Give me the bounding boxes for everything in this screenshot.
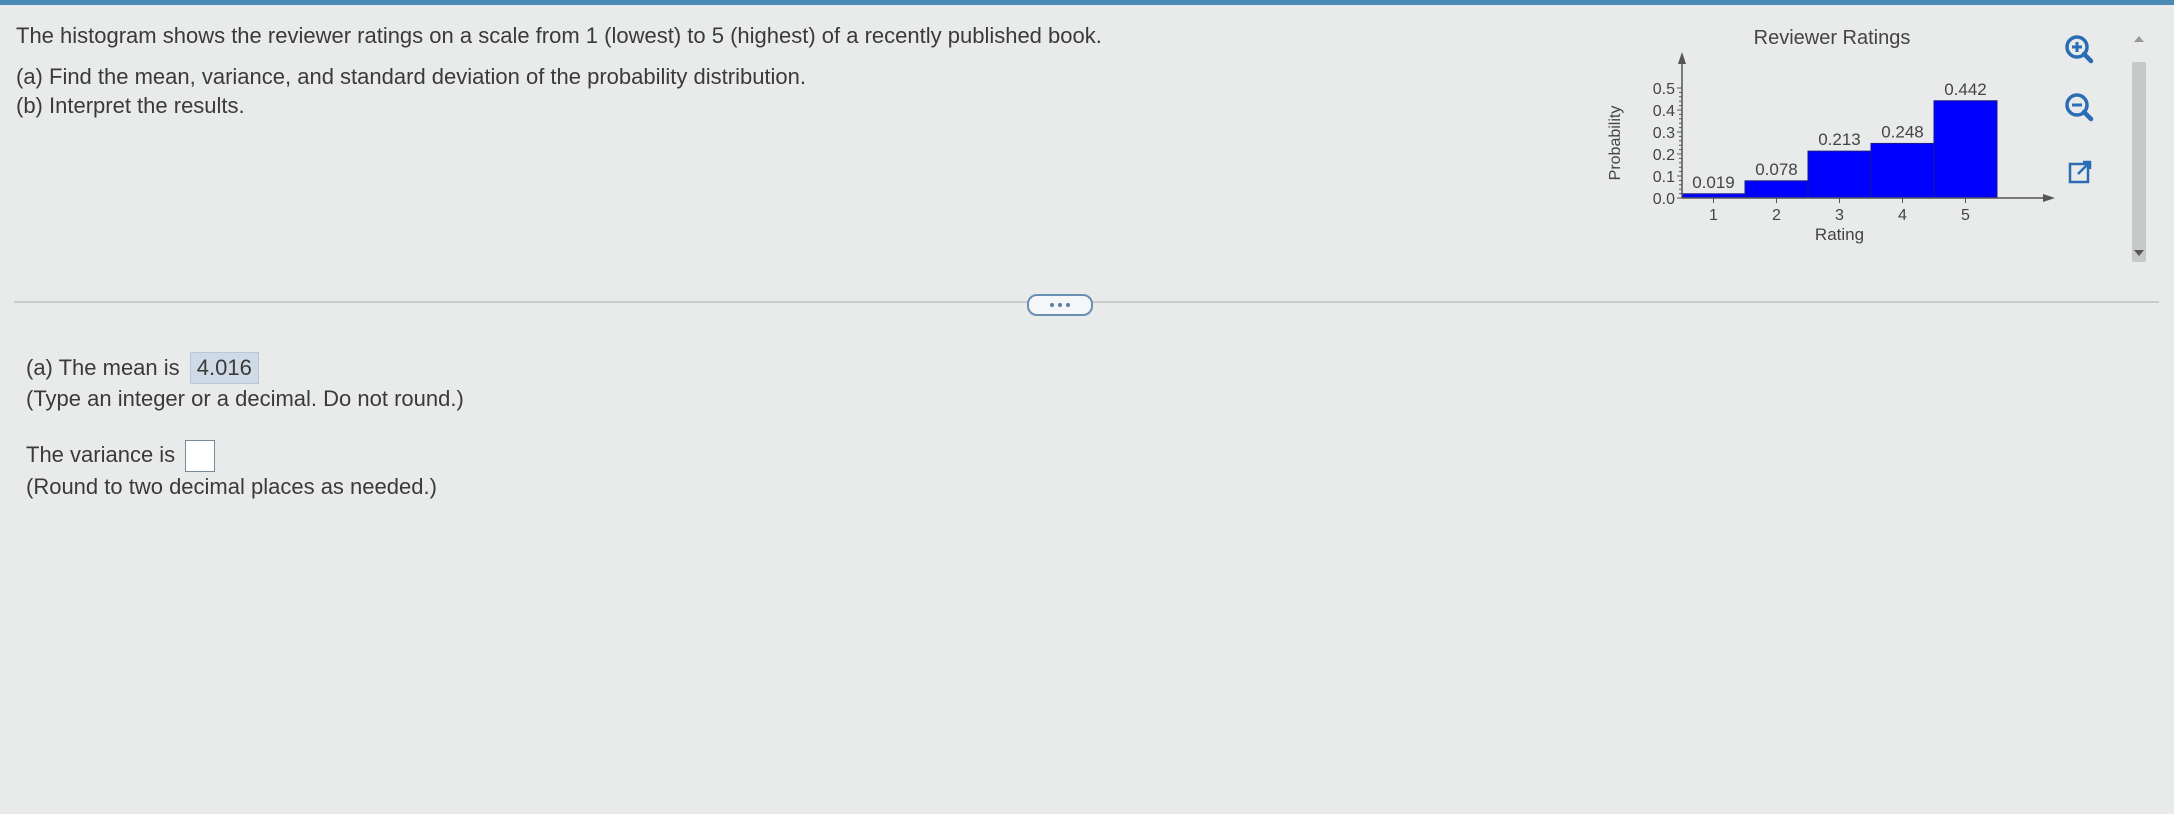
scroll-up-icon[interactable] <box>2134 36 2144 42</box>
ellipsis-icon <box>1050 303 1054 307</box>
y-tick-label: 0.0 <box>1653 191 1675 208</box>
bar-data-label: 0.078 <box>1755 160 1798 179</box>
ellipsis-dot <box>1058 303 1062 307</box>
figure-scrollbar[interactable] <box>2128 32 2150 272</box>
scrollbar-thumb[interactable] <box>2132 62 2146 262</box>
ellipsis-dot <box>1066 303 1070 307</box>
histogram-chart: Reviewer Ratings Probability 0.0 0.1 0.2 0.3 0… <box>1600 20 2070 260</box>
mean-prefix: (a) The mean is <box>26 355 180 380</box>
histogram-bar <box>1807 150 1872 199</box>
expand-more-button[interactable] <box>1027 294 1093 316</box>
mean-line: (a) The mean is 4.016 <box>26 352 464 384</box>
y-tick-label: 0.5 <box>1653 81 1675 98</box>
histogram-svg: Reviewer Ratings Probability 0.0 0.1 0.2 0.3 0… <box>1607 27 2055 244</box>
question-intro: The histogram shows the reviewer ratings… <box>16 23 1102 48</box>
x-tick-label: 2 <box>1772 207 1781 224</box>
bar-data-label: 0.213 <box>1818 130 1861 149</box>
question-part-b: (b) Interpret the results. <box>16 93 245 118</box>
x-tick-label: 4 <box>1898 207 1907 224</box>
y-tick-label: 0.4 <box>1653 103 1675 120</box>
x-tick-label: 3 <box>1835 207 1844 224</box>
variance-prefix: The variance is <box>26 442 176 467</box>
popout-icon <box>2068 160 2092 184</box>
zoom-in-button[interactable] <box>2060 30 2100 70</box>
x-axis-arrow <box>2043 194 2055 202</box>
mean-answer-field[interactable]: 4.016 <box>189 352 259 384</box>
question-part-a: (a) Find the mean, variance, and standar… <box>16 64 807 89</box>
histogram-bar <box>1933 100 1998 199</box>
y-tick-label: 0.3 <box>1653 125 1675 142</box>
x-tick-label: 5 <box>1961 207 1970 224</box>
histogram-bar <box>1870 142 1935 199</box>
y-tick-label: 0.2 <box>1653 147 1675 164</box>
mean-hint: (Type an integer or a decimal. Do not ro… <box>26 386 464 411</box>
popout-button[interactable] <box>2060 152 2100 192</box>
y-axis-label: Probability <box>1607 106 1624 181</box>
top-accent-bar <box>0 0 2174 5</box>
bar-data-label: 0.019 <box>1692 173 1735 192</box>
answer-area: (a) The mean is 4.016 (Type an integer o… <box>26 352 464 502</box>
scroll-down-icon[interactable] <box>2134 250 2144 256</box>
x-axis-label: Rating <box>1815 225 1864 244</box>
zoom-out-icon <box>2065 93 2094 122</box>
bar-data-label: 0.442 <box>1944 80 1987 99</box>
variance-line: The variance is <box>26 440 464 473</box>
y-tick-label: 0.1 <box>1653 169 1675 186</box>
y-axis-arrow <box>1678 52 1686 64</box>
x-tick-label: 1 <box>1709 207 1718 224</box>
zoom-in-icon <box>2065 35 2094 64</box>
bar-data-label: 0.248 <box>1881 122 1924 141</box>
zoom-out-button[interactable] <box>2060 88 2100 128</box>
histogram-bar <box>1744 180 1809 199</box>
question-text: The histogram shows the reviewer ratings… <box>16 22 1102 120</box>
variance-input[interactable] <box>185 440 216 473</box>
chart-title: Reviewer Ratings <box>1754 27 1911 49</box>
variance-hint: (Round to two decimal places as needed.) <box>26 474 437 500</box>
